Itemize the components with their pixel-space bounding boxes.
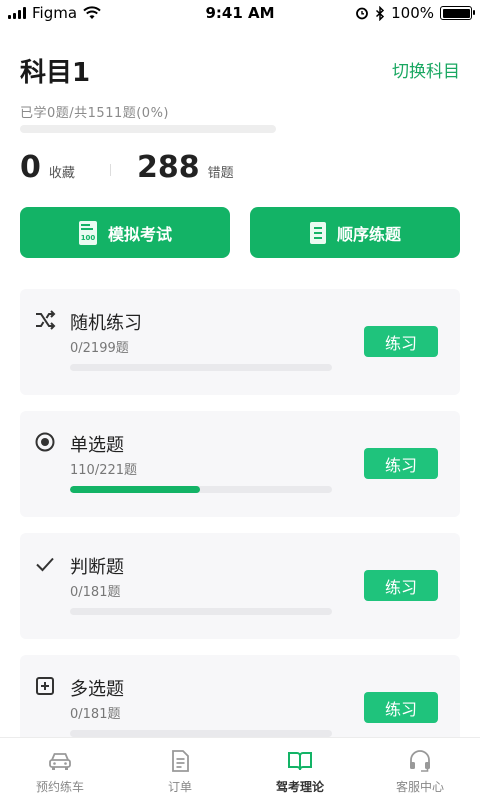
alarm-icon (356, 7, 369, 20)
practice-progress-track (70, 364, 332, 371)
practice-progress-track (70, 608, 332, 615)
tab-label: 驾考理论 (275, 780, 324, 794)
mock-exam-button[interactable]: 100 模拟考试 (20, 207, 230, 258)
study-progress-text: 已学0题/共1511题(0%) (20, 106, 170, 121)
switch-subject-link[interactable]: 切换科目 (392, 57, 460, 82)
practice-progress-fill (70, 486, 201, 493)
practice-title: 判断题 (70, 557, 124, 578)
bluetooth-icon (376, 5, 385, 21)
practice-button[interactable]: 练习 (364, 448, 438, 479)
tab-driving-theory[interactable]: 驾考理论 (240, 738, 360, 800)
check-icon (36, 557, 54, 572)
practice-count: 0/181题 (70, 585, 121, 600)
practice-card-random: 随机练习 0/2199题 练习 (20, 289, 460, 395)
radio-target-icon (35, 432, 55, 452)
open-book-icon (288, 752, 312, 771)
order-doc-icon (172, 750, 189, 772)
practice-title: 单选题 (70, 435, 124, 456)
status-right: 100% (355, 4, 475, 22)
plus-square-icon (36, 677, 54, 695)
wrong-label: 错题 (207, 166, 234, 181)
practice-count: 0/2199题 (70, 341, 129, 356)
practice-card-true-false: 判断题 0/181题 练习 (20, 533, 460, 639)
page-title: 科目1 (20, 58, 91, 88)
car-icon (49, 753, 71, 770)
practice-progress-track (70, 730, 332, 737)
favorites-label: 收藏 (48, 166, 75, 181)
practice-title: 多选题 (70, 679, 124, 700)
shuffle-icon (36, 310, 56, 330)
headset-icon (410, 750, 430, 772)
tab-orders[interactable]: 订单 (120, 738, 240, 800)
battery-percent: 100% (391, 4, 434, 22)
document-list-icon (309, 221, 326, 244)
favorites-count: 0 (20, 150, 41, 185)
sequential-practice-button[interactable]: 顺序练题 (250, 207, 460, 258)
bottom-tab-bar: 预约练车 订单 驾考理论 客服中心 (0, 737, 480, 800)
wrong-count: 288 (137, 150, 200, 185)
practice-count: 110/221题 (70, 463, 138, 478)
tab-label: 预约练车 (35, 780, 84, 794)
exam-100-icon: 100 (78, 220, 97, 245)
wrong-stat[interactable]: 288 错题 (137, 150, 234, 185)
mock-exam-label: 模拟考试 (107, 224, 172, 244)
study-progress-bar (20, 125, 276, 133)
practice-button[interactable]: 练习 (364, 326, 438, 357)
practice-count: 0/181题 (70, 707, 121, 722)
practice-progress-track (70, 486, 332, 493)
practice-button[interactable]: 练习 (364, 570, 438, 601)
battery-icon (440, 6, 475, 20)
stats-row: 0 收藏 288 错题 (20, 150, 460, 190)
tab-label: 客服中心 (395, 780, 444, 794)
tab-customer-service[interactable]: 客服中心 (360, 738, 480, 800)
status-bar: Figma 9:41 AM 100% (0, 0, 480, 28)
practice-title: 随机练习 (70, 313, 142, 334)
stats-divider (110, 164, 111, 176)
sequential-practice-label: 顺序练题 (336, 224, 401, 244)
favorites-stat[interactable]: 0 收藏 (20, 150, 75, 185)
tab-book-driving[interactable]: 预约练车 (0, 738, 120, 800)
practice-card-single-choice: 单选题 110/221题 练习 (20, 411, 460, 517)
svg-text:100: 100 (81, 234, 96, 242)
practice-button[interactable]: 练习 (364, 692, 438, 723)
tab-label: 订单 (167, 780, 192, 794)
